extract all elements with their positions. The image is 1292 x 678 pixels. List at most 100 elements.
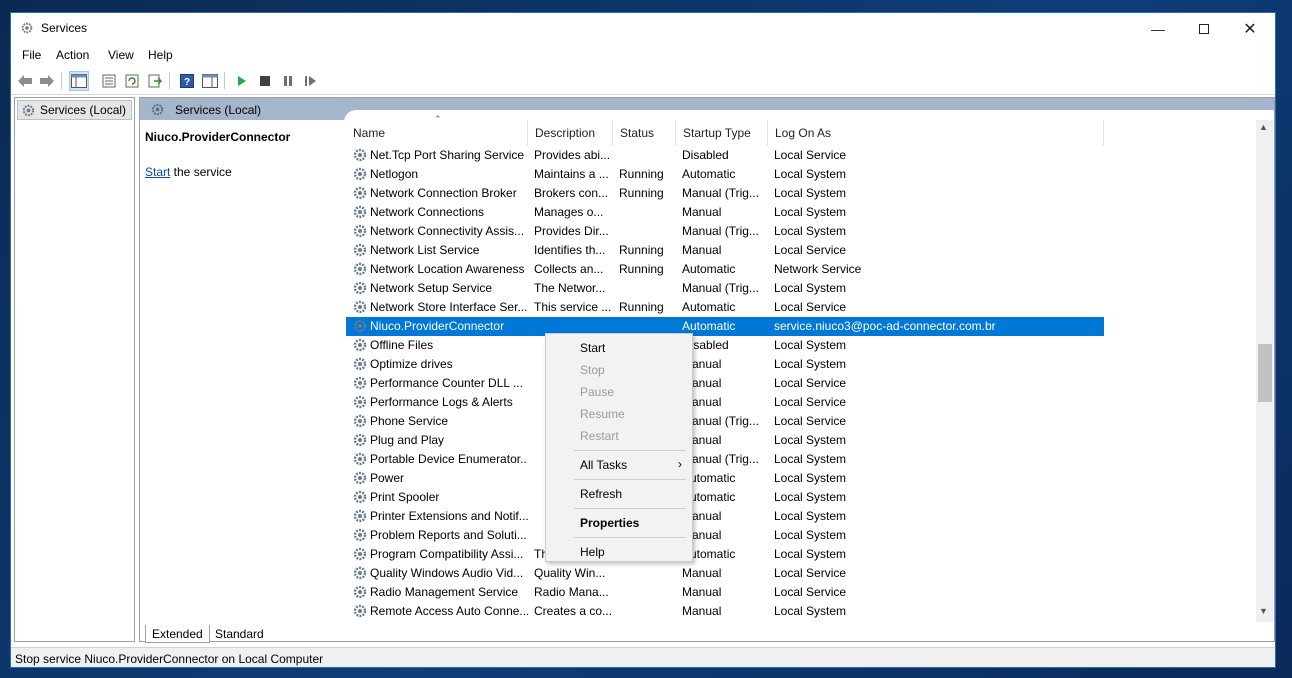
menu-file[interactable]: File bbox=[22, 48, 41, 62]
service-gear-icon bbox=[352, 451, 368, 467]
start-service-link[interactable]: Start bbox=[145, 165, 170, 179]
service-gear-icon bbox=[352, 223, 368, 239]
service-gear-icon bbox=[352, 565, 368, 581]
service-startup-type: Manual bbox=[682, 509, 722, 523]
table-row[interactable]: Network Location Awareness Collects an...… bbox=[346, 260, 1104, 279]
table-row[interactable]: Network Connectivity Assis... Provides Di… bbox=[346, 222, 1104, 241]
scroll-down-icon[interactable]: ▼ bbox=[1259, 606, 1268, 616]
scroll-up-icon[interactable]: ▲ bbox=[1259, 122, 1268, 132]
table-row[interactable]: Niuco.ProviderConnector Automatic service.… bbox=[346, 317, 1104, 336]
column-header-startup-type[interactable]: Startup Type bbox=[676, 120, 768, 146]
table-row[interactable]: Network Setup Service The Networ... Manual… bbox=[346, 279, 1104, 298]
context-menu-all-tasks[interactable]: All Tasks › bbox=[546, 454, 692, 476]
scrollbar-thumb[interactable] bbox=[1258, 344, 1272, 402]
toolbar-separator bbox=[61, 72, 62, 89]
menu-action[interactable]: Action bbox=[56, 48, 89, 62]
close-button[interactable]: ✕ bbox=[1227, 13, 1273, 44]
table-row[interactable]: Problem Reports and Soluti... Manual Local… bbox=[346, 526, 1104, 545]
table-row[interactable]: Plug and Play Manual Local System bbox=[346, 431, 1104, 450]
table-row[interactable]: Optimize drives Manual Local System bbox=[346, 355, 1104, 374]
service-name: Program Compatibility Assi... bbox=[370, 547, 524, 561]
service-startup-type: Automatic bbox=[682, 262, 736, 276]
service-log-on-as: Local Service bbox=[774, 414, 847, 428]
table-row[interactable]: Portable Device Enumerator... Manual (Tri… bbox=[346, 450, 1104, 469]
table-row[interactable]: Performance Logs & Alerts Manual Local Ser… bbox=[346, 393, 1104, 412]
show-action-pane-button[interactable] bbox=[200, 71, 220, 91]
tree-item-services-local[interactable]: Services (Local) bbox=[17, 100, 132, 120]
column-header-log-on-as[interactable]: Log On As bbox=[768, 120, 1104, 146]
service-startup-type: Manual (Trig... bbox=[682, 281, 759, 295]
table-row[interactable]: Remote Access Auto Conne... Creates a co.… bbox=[346, 602, 1104, 621]
pause-icon bbox=[284, 76, 292, 86]
service-gear-icon bbox=[352, 508, 368, 524]
context-menu-pause: Pause bbox=[580, 385, 615, 399]
table-row[interactable]: Netlogon Maintains a ... Running Automatic L… bbox=[346, 165, 1104, 184]
help-button[interactable]: ? bbox=[177, 71, 197, 91]
service-startup-type: Manual bbox=[682, 604, 722, 618]
service-startup-type: Automatic bbox=[682, 167, 736, 181]
context-menu-properties[interactable]: Properties bbox=[546, 512, 692, 534]
svg-text:?: ? bbox=[184, 77, 190, 88]
table-row[interactable]: Network Store Interface Ser... This servi… bbox=[346, 298, 1104, 317]
service-log-on-as: Local System bbox=[774, 509, 847, 523]
properties-button[interactable] bbox=[99, 71, 119, 91]
service-name: Network Store Interface Ser... bbox=[370, 300, 528, 314]
service-description: This service ... bbox=[534, 300, 612, 314]
stop-icon bbox=[260, 76, 270, 86]
title-bar: Services — ✕ bbox=[11, 13, 1275, 44]
service-startup-type: Manual (Trig... bbox=[682, 224, 759, 238]
table-row[interactable]: Offline Files Disabled Local System bbox=[346, 336, 1104, 355]
table-row[interactable]: Power Automatic Local System bbox=[346, 469, 1104, 488]
service-gear-icon bbox=[352, 318, 368, 334]
column-header-description[interactable]: Description bbox=[528, 120, 613, 146]
table-row[interactable]: Network Connections Manages o... Manual Loc… bbox=[346, 203, 1104, 222]
description-pane: Niuco.ProviderConnector Start the servic… bbox=[140, 120, 340, 630]
table-row[interactable]: Performance Counter DLL ... Manual Local S… bbox=[346, 374, 1104, 393]
service-description: The Networ... bbox=[534, 281, 606, 295]
service-name: Remote Access Auto Conne... bbox=[370, 604, 528, 618]
toolbar: ? bbox=[11, 66, 1275, 95]
pause-service-button[interactable] bbox=[278, 71, 298, 91]
context-menu-start[interactable]: Start bbox=[546, 337, 692, 359]
menu-help[interactable]: Help bbox=[148, 48, 173, 62]
minimize-button[interactable]: — bbox=[1135, 13, 1181, 44]
refresh-button[interactable] bbox=[122, 71, 142, 91]
forward-button[interactable] bbox=[37, 71, 57, 91]
menu-view[interactable]: View bbox=[108, 48, 134, 62]
column-header-name[interactable]: ⌃ Name bbox=[346, 114, 528, 146]
table-row[interactable]: Quality Windows Audio Vid... Quality Win.… bbox=[346, 564, 1104, 583]
service-log-on-as: service.niuco3@poc-ad-connector.com.br bbox=[774, 319, 996, 333]
service-startup-type: Manual bbox=[682, 205, 722, 219]
service-log-on-as: Local Service bbox=[774, 148, 847, 162]
context-menu-help[interactable]: Help bbox=[546, 541, 692, 563]
maximize-button[interactable] bbox=[1181, 13, 1227, 44]
stop-service-button[interactable] bbox=[255, 71, 275, 91]
service-log-on-as: Local System bbox=[774, 338, 847, 352]
table-row[interactable]: Network List Service Identifies th... Runn… bbox=[346, 241, 1104, 260]
service-gear-icon bbox=[352, 185, 368, 201]
table-row[interactable]: Radio Management Service Radio Mana... Man… bbox=[346, 583, 1104, 602]
service-name: Netlogon bbox=[370, 167, 419, 181]
service-name: Printer Extensions and Notif... bbox=[370, 509, 528, 523]
show-hide-console-tree-button[interactable] bbox=[69, 71, 89, 91]
service-startup-type: Automatic bbox=[682, 471, 736, 485]
table-row[interactable]: Printer Extensions and Notif... Manual Loc… bbox=[346, 507, 1104, 526]
tab-standard[interactable]: Standard bbox=[209, 625, 270, 643]
table-row[interactable]: Network Connection Broker Brokers con... R… bbox=[346, 184, 1104, 203]
service-log-on-as: Local System bbox=[774, 357, 847, 371]
refresh-icon bbox=[125, 74, 139, 88]
back-button[interactable] bbox=[15, 71, 35, 91]
service-name: Network Connection Broker bbox=[370, 186, 517, 200]
tab-extended[interactable]: Extended bbox=[145, 625, 210, 643]
column-header-status[interactable]: Status bbox=[613, 120, 676, 146]
table-row[interactable]: Program Compatibility Assi...This servic… bbox=[346, 545, 1104, 564]
start-service-button[interactable] bbox=[232, 71, 252, 91]
table-row[interactable]: Phone Service Manual (Trig... Local Servic… bbox=[346, 412, 1104, 431]
restart-service-button[interactable] bbox=[301, 71, 321, 91]
table-row[interactable]: Net.Tcp Port Sharing Service Provides abi… bbox=[346, 146, 1104, 165]
service-name: Print Spooler bbox=[370, 490, 440, 504]
table-row[interactable]: Print Spooler Automatic Local System bbox=[346, 488, 1104, 507]
vertical-scrollbar[interactable]: ▲ ▼ bbox=[1256, 120, 1274, 622]
context-menu-refresh[interactable]: Refresh bbox=[546, 483, 692, 505]
export-list-button[interactable] bbox=[145, 71, 165, 91]
